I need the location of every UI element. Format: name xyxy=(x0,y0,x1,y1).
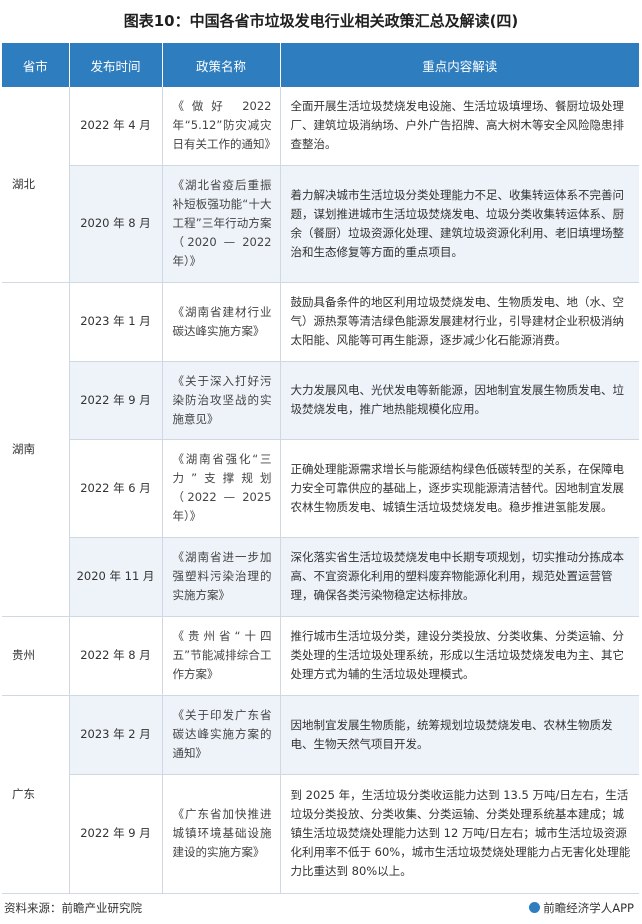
date-cell: 2023 年 2 月 xyxy=(69,695,163,775)
col-header-policy-name: 政策名称 xyxy=(162,43,281,87)
table-row: 2020 年 11 月 《湖南省进一步加强塑料污染治理的实施方案》 深化落实省生… xyxy=(2,537,639,617)
content-cell: 大力发展风电、光伏发电等新能源，因地制宜发展生物质发电、垃圾焚烧发电，推广地热能… xyxy=(280,361,639,440)
page-title: 图表10：中国各省市垃圾发电行业相关政策汇总及解读(四) xyxy=(123,12,519,30)
policy-name-cell: 《湖南省进一步加强塑料污染治理的实施方案》 xyxy=(162,537,281,617)
policy-name-cell: 《关于印发广东省碳达峰实施方案的通知》 xyxy=(162,695,281,775)
table-header-row: 省市 发布时间 政策名称 重点内容解读 xyxy=(2,43,639,87)
policy-name-cell: 《湖南省建材行业碳达峰实施方案》 xyxy=(162,282,281,362)
brand-label: 前瞻经济学人APP xyxy=(529,900,634,916)
content-cell: 全面开展生活垃圾焚烧发电设施、生活垃圾填埋场、餐厨垃圾处理厂、建筑垃圾消纳场、户… xyxy=(280,87,639,166)
table-row: 广东 2023 年 2 月 《关于印发广东省碳达峰实施方案的通知》 因地制宜发展… xyxy=(2,695,639,894)
date-cell: 2023 年 1 月 xyxy=(69,282,163,362)
date-cell: 2022 年 4 月 xyxy=(69,87,163,166)
policy-name-cell: 《湖南省强化“三力”支撑规划（2022 — 2025 年）》 xyxy=(162,439,281,538)
content-cell: 推行城市生活垃圾分类，建设分类投放、分类收集、分类运输、分类处理的生活垃圾处理系… xyxy=(280,616,639,696)
table-row: 2022 年 6 月 《湖南省强化“三力”支撑规划（2022 — 2025 年）… xyxy=(2,439,639,538)
table-row: 贵州 2022 年 8 月 《贵州省“十四五”节能减排综合工作方案》 推行城市生… xyxy=(2,616,639,696)
policy-name-cell: 《广东省加快推进城镇环境基础设施建设的实施方案》 xyxy=(162,774,281,894)
policy-name-cell: 《湖北省疫后重振补短板强功能“十大工程”三年行动方案（2020 — 2022 年… xyxy=(162,165,281,283)
table-row: 湖北 2022 年 4 月 《做好 2022 年“5.12”防灾减灾日有关工作的… xyxy=(2,87,639,283)
policy-name-cell: 《关于深入打好污染防治攻坚战的实施意见》 xyxy=(162,361,281,440)
content-cell: 着力解决城市生活垃圾分类处理能力不足、收集转运体系不完善问题，谋划推进城市生活垃… xyxy=(280,165,639,283)
col-header-province: 省市 xyxy=(2,43,70,87)
table-row: 2022 年 9 月 《广东省加快推进城镇环境基础设施建设的实施方案》 到 20… xyxy=(2,774,639,894)
content-cell: 因地制宜发展生物质能，统筹规划垃圾焚烧发电、农林生物质发电、生物天然气项目开发。 xyxy=(280,695,639,775)
date-cell: 2022 年 8 月 xyxy=(69,616,163,696)
brand-logo-icon xyxy=(529,902,541,913)
content-cell: 深化落实省生活垃圾焚烧发电中长期专项规划，切实推动分拣成本高、不宜资源化利用的塑… xyxy=(280,537,639,617)
brand-text: 前瞻经济学人APP xyxy=(543,901,634,915)
date-cell: 2022 年 9 月 xyxy=(69,361,163,440)
col-header-date: 发布时间 xyxy=(69,43,163,87)
date-cell: 2022 年 6 月 xyxy=(69,439,163,538)
table-row: 湖南 2023 年 1 月 《湖南省建材行业碳达峰实施方案》 鼓励具备条件的地区… xyxy=(2,282,639,617)
policy-name-cell: 《贵州省“十四五”节能减排综合工作方案》 xyxy=(162,616,281,696)
policy-name-cell: 《做好 2022 年“5.12”防灾减灾日有关工作的通知》 xyxy=(162,87,281,166)
province-cell: 广东 xyxy=(2,695,70,894)
content-cell: 鼓励具备条件的地区利用垃圾焚烧发电、生物质发电、地（水、空气）源热泵等清洁绿色能… xyxy=(280,282,639,362)
content-cell: 到 2025 年，生活垃圾分类收运能力达到 13.5 万吨/日左右，生活垃圾分类… xyxy=(280,774,639,894)
footer: 资料来源：前瞻产业研究院 前瞻经济学人APP xyxy=(0,896,642,924)
province-cell: 湖北 xyxy=(2,87,70,283)
col-header-key-content: 重点内容解读 xyxy=(280,43,639,87)
date-cell: 2020 年 8 月 xyxy=(69,165,163,283)
content-cell: 正确处理能源需求增长与能源结构绿色低碳转型的关系，在保障电力安全可靠供应的基础上… xyxy=(280,439,639,538)
policy-table: 省市 发布时间 政策名称 重点内容解读 湖北 2022 年 4 月 《做好 20… xyxy=(2,43,639,894)
date-cell: 2022 年 9 月 xyxy=(69,774,163,894)
table-row: 2020 年 8 月 《湖北省疫后重振补短板强功能“十大工程”三年行动方案（20… xyxy=(2,165,639,283)
date-cell: 2020 年 11 月 xyxy=(69,537,163,617)
table-row: 2022 年 9 月 《关于深入打好污染防治攻坚战的实施意见》 大力发展风电、光… xyxy=(2,361,639,440)
province-cell: 湖南 xyxy=(2,282,70,617)
province-cell: 贵州 xyxy=(2,616,70,696)
source-note: 资料来源：前瞻产业研究院 xyxy=(4,901,142,915)
